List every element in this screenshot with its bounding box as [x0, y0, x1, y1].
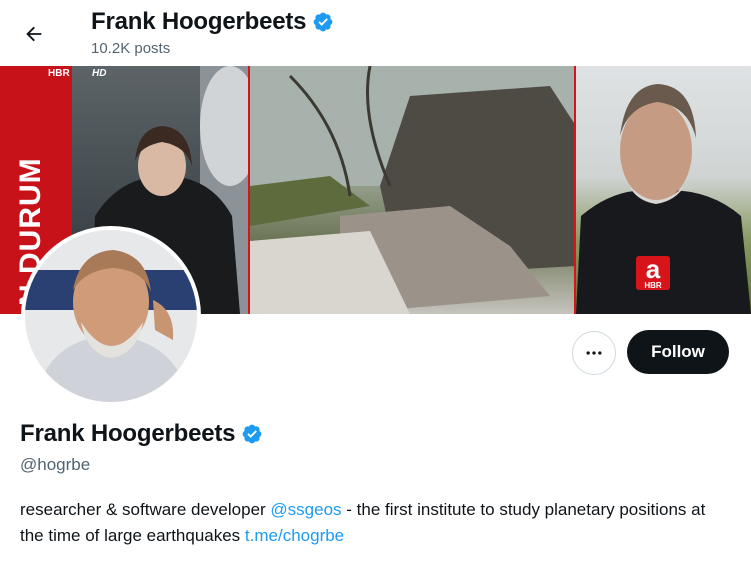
bio-text-1: researcher & software developer: [20, 500, 271, 519]
profile-display-name: Frank Hoogerbeets: [20, 420, 236, 447]
profile-name-row: Frank Hoogerbeets: [20, 420, 263, 448]
bio-mention-link[interactable]: @ssgeos: [270, 500, 341, 519]
rubble-scene: [250, 66, 576, 314]
banner-panel-rubble: [250, 66, 576, 314]
more-options-button[interactable]: [572, 331, 616, 375]
verified-badge-icon: [313, 12, 333, 32]
profile-bio: researcher & software developer @ssgeos …: [20, 497, 720, 549]
follow-button[interactable]: Follow: [627, 330, 729, 374]
bio-external-link[interactable]: t.me/chogrbe: [245, 526, 344, 545]
profile-handle: @hogrbe: [20, 455, 91, 474]
back-button[interactable]: [20, 20, 48, 48]
header-title-text: Frank Hoogerbeets: [91, 8, 307, 35]
header-title: Frank Hoogerbeets: [91, 8, 334, 36]
verified-badge-icon[interactable]: [241, 423, 263, 445]
profile-avatar[interactable]: [21, 226, 201, 406]
channel-logo-letter: a: [645, 254, 661, 284]
banner-panel-reporter: a HBR: [576, 66, 751, 314]
more-horizontal-icon: [586, 351, 602, 355]
top-bar: Frank Hoogerbeets 10.2K posts: [0, 0, 751, 66]
header-title-block: Frank Hoogerbeets 10.2K posts: [91, 8, 334, 57]
channel-logo: a HBR: [636, 256, 670, 290]
posts-count: 10.2K posts: [91, 40, 171, 57]
arrow-left-icon: [26, 26, 42, 42]
channel-logo-sub: HBR: [644, 281, 662, 290]
avatar-image: [25, 230, 197, 402]
